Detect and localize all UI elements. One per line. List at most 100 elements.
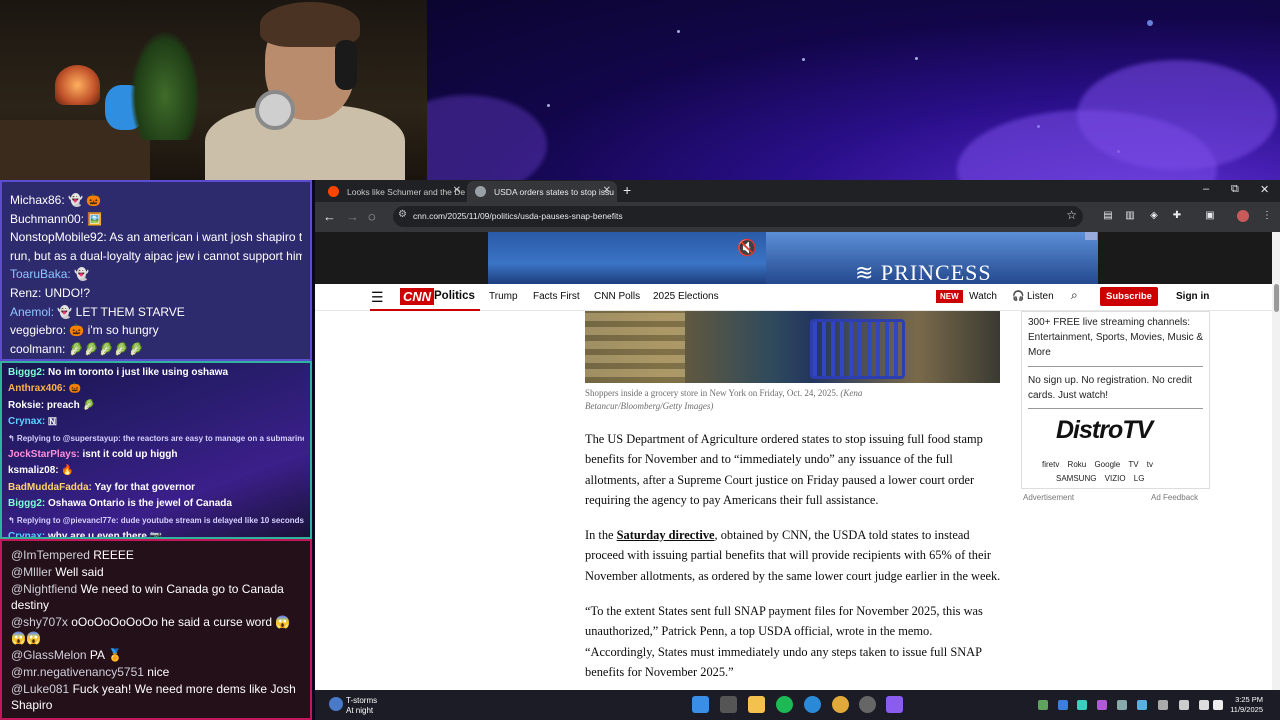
system-clock[interactable]: 3:25 PM 11/9/2025 xyxy=(1225,695,1263,715)
chat-text: 🖼️ xyxy=(87,211,103,226)
mute-icon[interactable]: 🔇 xyxy=(737,238,757,258)
chat-text: Well said xyxy=(55,565,104,579)
tray-icon[interactable] xyxy=(1077,700,1087,710)
site-info-icon[interactable]: ⚙ xyxy=(398,209,407,220)
paragraph-2-text: In the xyxy=(585,528,617,543)
reader-icon[interactable]: ▤ xyxy=(1102,210,1114,222)
nav-link-facts-first[interactable]: Facts First xyxy=(533,291,580,302)
edge-icon[interactable] xyxy=(804,696,821,713)
chat-message: @Mlller Well said xyxy=(11,564,301,580)
hamburger-menu-icon[interactable]: ☰ xyxy=(371,289,384,306)
tab-cnn[interactable]: USDA orders states to stop issu ✕ xyxy=(467,181,617,202)
obs-icon[interactable] xyxy=(859,696,876,713)
new-badge: NEW xyxy=(936,290,963,303)
task-view-icon[interactable] xyxy=(720,696,737,713)
chat-message: run, but as a dual-loyalty aipac jew i c… xyxy=(10,247,302,266)
desktop-background xyxy=(427,0,1280,180)
distrotv-logo: DistroTV xyxy=(1056,416,1153,444)
headphones-icon[interactable]: 🎧 xyxy=(1012,291,1024,302)
close-tab-icon[interactable]: ✕ xyxy=(603,185,611,196)
chat-username: @mr.negativenancy5751 xyxy=(11,665,144,679)
paragraph-2: In the Saturday directive, obtained by C… xyxy=(585,525,1003,586)
chat-text: 🥬🥬🥬🥬🥬 xyxy=(68,341,144,356)
address-bar[interactable]: ⚙ cnn.com/2025/11/09/politics/usda-pause… xyxy=(393,206,1083,227)
nav-link-cnn-polls[interactable]: CNN Polls xyxy=(594,291,640,302)
tray-icon[interactable] xyxy=(1137,700,1147,710)
tab-reddit[interactable]: Looks like Schumer and the De ✕ xyxy=(320,181,467,202)
app-icon[interactable] xyxy=(886,696,903,713)
paragraph-1: The US Department of Agriculture ordered… xyxy=(585,432,983,507)
section-title[interactable]: Politics xyxy=(434,290,475,302)
chat-message: ToaruBaka: 👻 xyxy=(10,265,302,284)
file-explorer-icon[interactable] xyxy=(748,696,765,713)
paragraph-3: “To the extent States sent full SNAP pay… xyxy=(585,604,983,679)
chat-text: why are u even there 📷 xyxy=(48,531,163,539)
sidebar-icon[interactable]: ▣ xyxy=(1204,210,1216,222)
chat-username: @shy707x xyxy=(11,615,68,629)
cnn-header: ☰ CNN Politics Trump Facts First CNN Pol… xyxy=(315,284,1272,311)
chat-text: As an american i want josh shapiro to xyxy=(109,230,302,245)
saturday-directive-link[interactable]: Saturday directive xyxy=(617,528,715,542)
chat-message: Roksie: preach 🥬 xyxy=(8,398,304,414)
chat-username: ksmaliz08: xyxy=(8,465,59,477)
chat-text: PA 🏅 xyxy=(89,648,123,662)
listen-link[interactable]: Listen xyxy=(1027,291,1054,302)
subscribe-button[interactable]: Subscribe xyxy=(1100,287,1158,306)
sign-in-link[interactable]: Sign in xyxy=(1176,291,1209,302)
tray-icon[interactable] xyxy=(1058,700,1068,710)
stop-loading-icon[interactable]: ◌ xyxy=(368,209,376,224)
chat-text: Oshawa Ontario is the jewel of Canada xyxy=(48,498,232,510)
adchoices-icon[interactable] xyxy=(1085,232,1097,240)
chat-username: Crynax: xyxy=(8,416,46,428)
watch-link[interactable]: Watch xyxy=(969,291,997,302)
chat-message: JockStarPlays: isnt it cold up higgh xyxy=(8,447,304,463)
trash-icon[interactable]: ▥ xyxy=(1124,210,1136,222)
distrotv-ad[interactable]: 300+ FREE live streaming channels: Enter… xyxy=(1021,311,1210,489)
tray-icon[interactable] xyxy=(1158,700,1168,710)
globe-icon xyxy=(475,186,486,197)
cnn-logo[interactable]: CNN xyxy=(400,288,435,305)
minimize-button[interactable]: – xyxy=(1203,183,1209,195)
chat-username: @Nightfiend xyxy=(11,582,78,596)
chat-text: 🎃 xyxy=(68,383,82,395)
nav-link-2025-elections[interactable]: 2025 Elections xyxy=(653,291,719,302)
back-arrow-icon[interactable]: ← xyxy=(323,209,336,224)
chat-message: @mr.negativenancy5751 nice xyxy=(11,664,301,680)
forward-arrow-icon[interactable]: → xyxy=(346,209,359,224)
twitch-chat-panel: Michax86: 👻 🎃 Buchmann00: 🖼️ NonstopMobile… xyxy=(0,180,312,361)
network-icon[interactable] xyxy=(1199,700,1209,710)
extension-icon[interactable]: ◈ xyxy=(1148,210,1160,222)
chat-message: NonstopMobile92: As an american i want j… xyxy=(10,228,302,247)
puzzle-icon[interactable]: ✚ xyxy=(1171,210,1183,222)
profile-avatar[interactable] xyxy=(1237,210,1249,222)
microphone-image xyxy=(255,90,295,130)
tray-icon[interactable] xyxy=(1117,700,1127,710)
search-icon[interactable]: ⌕ xyxy=(1071,288,1078,303)
start-button-icon[interactable] xyxy=(692,696,709,713)
tray-icon[interactable] xyxy=(1179,700,1189,710)
menu-icon[interactable]: ⋮ xyxy=(1261,210,1273,222)
chat-username: ToaruBaka: xyxy=(10,267,71,282)
ad-line-2: No sign up. No registration. No credit c… xyxy=(1028,375,1192,401)
spotify-icon[interactable] xyxy=(776,696,793,713)
new-tab-button[interactable]: + xyxy=(623,182,631,198)
ad-feedback-link[interactable]: Ad Feedback xyxy=(1151,493,1198,502)
youtube-chat-panel: @ImTempered REEEE @Mlller Well said @Night… xyxy=(0,539,312,720)
close-window-button[interactable]: ✕ xyxy=(1260,183,1269,196)
maximize-button[interactable]: ⧉ xyxy=(1231,183,1239,196)
chat-message: Anemol: 👻 LET THEM STARVE xyxy=(10,303,302,322)
bookmark-star-icon[interactable]: ☆ xyxy=(1066,208,1077,222)
caption-text: Shoppers inside a grocery store in New Y… xyxy=(585,388,839,398)
chat-username: Crynax: xyxy=(8,531,46,539)
nav-link-trump[interactable]: Trump xyxy=(489,291,518,302)
plant-image xyxy=(130,30,200,140)
page-scrollbar[interactable] xyxy=(1272,232,1280,690)
volume-icon[interactable] xyxy=(1213,700,1223,710)
chat-username: Renz: xyxy=(10,285,42,300)
chrome-icon[interactable] xyxy=(832,696,849,713)
chat-message: Michax86: 👻 🎃 xyxy=(10,191,302,210)
tray-icon[interactable] xyxy=(1097,700,1107,710)
top-banner-ad[interactable]: 🔇 ≋ PRINCESS xyxy=(315,232,1272,285)
tray-icon[interactable] xyxy=(1038,700,1048,710)
close-tab-icon[interactable]: ✕ xyxy=(453,185,461,196)
